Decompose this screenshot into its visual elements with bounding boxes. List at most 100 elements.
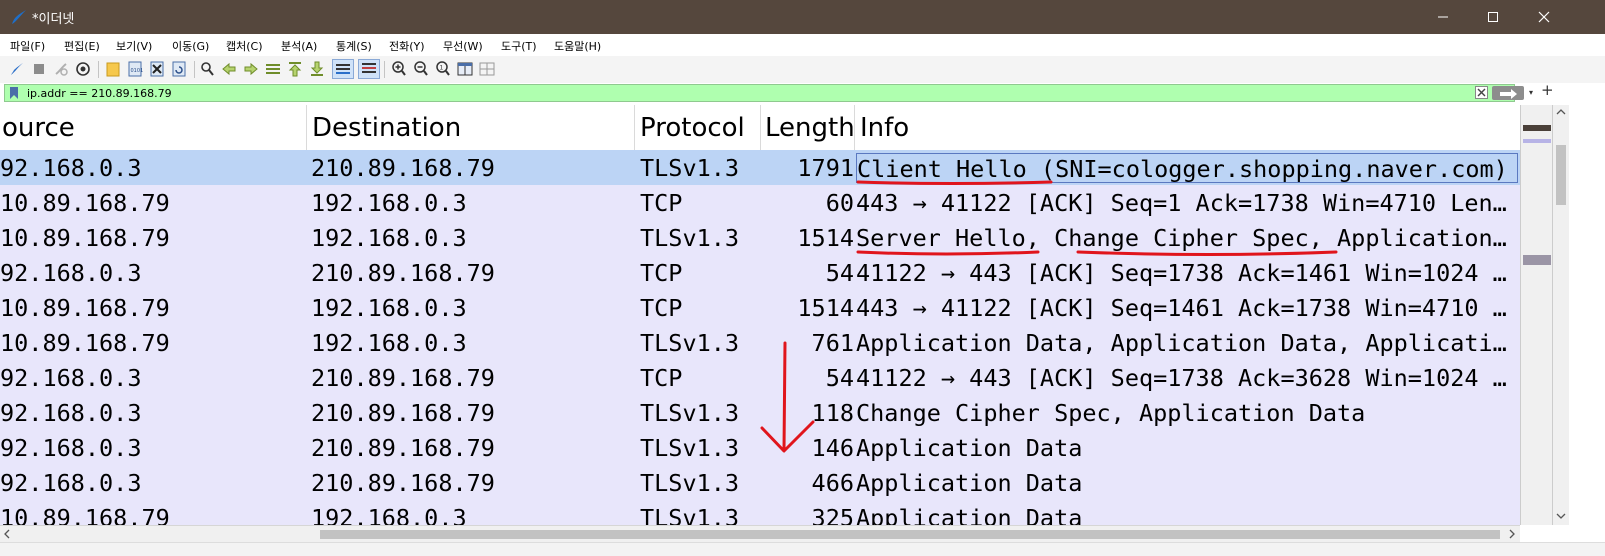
table-row[interactable]: 92.168.0.3 210.89.168.79 TCP 54 41122 → 443 … bbox=[0, 255, 1520, 290]
column-divider[interactable] bbox=[854, 105, 855, 150]
table-row[interactable]: 10.89.168.79 192.168.0.3 TLSv1.3 1514 Server… bbox=[0, 220, 1520, 255]
cell-info: Application Data, Application Data, Appl… bbox=[856, 329, 1518, 357]
colorize-toggle[interactable] bbox=[358, 59, 380, 79]
cell-destination: 210.89.168.79 bbox=[311, 469, 495, 497]
toolbar-separator bbox=[98, 61, 99, 78]
minimize-button[interactable] bbox=[1420, 0, 1466, 34]
menu-item[interactable]: 도구(T) bbox=[501, 38, 537, 54]
table-row[interactable]: 92.168.0.3 210.89.168.79 TLSv1.3 466 Applica… bbox=[0, 465, 1520, 500]
menu-item[interactable]: 분석(A) bbox=[281, 38, 317, 54]
cell-source: 92.168.0.3 bbox=[0, 364, 142, 392]
packet-minimap-scrollbar[interactable] bbox=[1520, 105, 1553, 525]
cell-length: 146 bbox=[811, 434, 854, 462]
scroll-right-icon[interactable] bbox=[1505, 526, 1519, 543]
menu-bar: 파일(F) 편집(E) 보기(V) 이동(G) 캡처(C) 분석(A) 통계(S) 전화(Y)… bbox=[0, 34, 1605, 56]
column-layout-icon[interactable] bbox=[478, 60, 496, 78]
save-file-icon[interactable]: 0101 bbox=[126, 60, 144, 78]
table-row[interactable]: 92.168.0.3 210.89.168.79 TLSv1.3 146 Applica… bbox=[0, 430, 1520, 465]
menu-item[interactable]: 이동(G) bbox=[172, 38, 209, 54]
reload-file-icon[interactable] bbox=[170, 60, 188, 78]
table-row[interactable]: 10.89.168.79 192.168.0.3 TLSv1.3 761 Applica… bbox=[0, 325, 1520, 360]
cell-source: 92.168.0.3 bbox=[0, 434, 142, 462]
capture-options-icon[interactable] bbox=[74, 60, 92, 78]
title-bar: *이더넷 bbox=[0, 0, 1605, 34]
column-header-protocol[interactable]: Protocol bbox=[640, 113, 745, 143]
horizontal-scrollbar[interactable] bbox=[0, 525, 1520, 543]
open-file-icon[interactable] bbox=[104, 60, 122, 78]
auto-scroll-icon bbox=[336, 64, 350, 74]
start-capture-icon[interactable] bbox=[8, 60, 26, 78]
table-row[interactable]: 10.89.168.79 192.168.0.3 TCP 1514 443 → 4112… bbox=[0, 290, 1520, 325]
go-back-icon[interactable] bbox=[220, 60, 238, 78]
close-file-icon[interactable] bbox=[148, 60, 166, 78]
cell-source: 10.89.168.79 bbox=[0, 294, 170, 322]
maximize-button[interactable] bbox=[1470, 0, 1516, 34]
vertical-scroll-thumb[interactable] bbox=[1556, 145, 1566, 205]
cell-destination: 210.89.168.79 bbox=[311, 434, 495, 462]
cell-destination: 192.168.0.3 bbox=[311, 329, 467, 357]
auto-scroll-toggle[interactable] bbox=[332, 59, 354, 79]
menu-item[interactable]: 도움말(H) bbox=[554, 38, 601, 54]
close-button[interactable] bbox=[1521, 0, 1567, 34]
menu-item[interactable]: 편집(E) bbox=[64, 38, 100, 54]
scroll-up-icon[interactable] bbox=[1553, 105, 1569, 119]
zoom-reset-icon[interactable]: 1 bbox=[434, 60, 452, 78]
stop-capture-icon[interactable] bbox=[30, 60, 48, 78]
cell-protocol: TCP bbox=[640, 364, 683, 392]
cell-destination: 192.168.0.3 bbox=[311, 504, 467, 525]
column-divider[interactable] bbox=[634, 105, 635, 150]
display-filter-input[interactable]: ip.addr == 210.89.168.79 ▾ bbox=[4, 84, 1533, 102]
cell-destination: 192.168.0.3 bbox=[311, 294, 467, 322]
column-header-source[interactable]: ource bbox=[2, 113, 75, 143]
cell-length: 1514 bbox=[797, 294, 854, 322]
table-row[interactable]: 10.89.168.79 192.168.0.3 TCP 60 443 → 41122 … bbox=[0, 185, 1520, 220]
add-filter-button-icon[interactable]: + bbox=[1541, 81, 1554, 99]
wireshark-fin-icon bbox=[12, 10, 26, 24]
vertical-scrollbar[interactable] bbox=[1552, 105, 1569, 525]
menu-item[interactable]: 전화(Y) bbox=[389, 38, 425, 54]
menu-item[interactable]: 캡처(C) bbox=[226, 38, 263, 54]
first-packet-icon[interactable] bbox=[286, 60, 304, 78]
column-divider[interactable] bbox=[306, 105, 307, 150]
scroll-down-icon[interactable] bbox=[1553, 509, 1569, 523]
column-divider[interactable] bbox=[760, 105, 761, 150]
scroll-left-icon[interactable] bbox=[0, 526, 14, 543]
cell-source: 92.168.0.3 bbox=[0, 259, 142, 287]
cell-source: 10.89.168.79 bbox=[0, 189, 170, 217]
menu-item[interactable]: 무선(W) bbox=[443, 38, 483, 54]
close-icon bbox=[1538, 11, 1550, 23]
cell-length: 118 bbox=[811, 399, 854, 427]
table-row[interactable]: 92.168.0.3 210.89.168.79 TCP 54 41122 → 443 … bbox=[0, 360, 1520, 395]
bookmark-icon[interactable] bbox=[10, 87, 18, 99]
column-header-length[interactable]: Length bbox=[765, 113, 855, 143]
apply-filter-button[interactable] bbox=[1492, 86, 1524, 100]
go-to-packet-icon[interactable] bbox=[264, 60, 282, 78]
cell-source: 92.168.0.3 bbox=[0, 399, 142, 427]
table-row[interactable]: 92.168.0.3 210.89.168.79 TLSv1.3 1791 Client… bbox=[0, 150, 1520, 185]
restart-capture-icon[interactable] bbox=[52, 60, 70, 78]
clear-filter-icon[interactable] bbox=[1475, 86, 1488, 99]
column-header-destination[interactable]: Destination bbox=[312, 113, 461, 143]
toolbar-separator bbox=[384, 61, 385, 78]
resize-columns-icon[interactable] bbox=[456, 60, 474, 78]
column-header-info[interactable]: Info bbox=[860, 113, 909, 143]
cell-protocol: TLSv1.3 bbox=[640, 154, 740, 182]
go-forward-icon[interactable] bbox=[242, 60, 260, 78]
cell-protocol: TCP bbox=[640, 259, 683, 287]
table-row[interactable]: 10.89.168.79 192.168.0.3 TLSv1.3 325 Applica… bbox=[0, 500, 1520, 525]
filter-history-dropdown-icon[interactable]: ▾ bbox=[1529, 88, 1533, 97]
zoom-in-icon[interactable] bbox=[390, 60, 408, 78]
status-bar bbox=[0, 542, 1605, 556]
svg-text:1: 1 bbox=[440, 65, 444, 72]
zoom-out-icon[interactable] bbox=[412, 60, 430, 78]
cell-info: Client Hello (SNI=cologger.shopping.nave… bbox=[856, 153, 1518, 183]
menu-item[interactable]: 파일(F) bbox=[10, 38, 45, 54]
find-packet-icon[interactable] bbox=[198, 60, 216, 78]
horizontal-scroll-thumb[interactable] bbox=[320, 530, 1500, 539]
menu-item[interactable]: 통계(S) bbox=[336, 38, 372, 54]
cell-length: 466 bbox=[811, 469, 854, 497]
menu-item[interactable]: 보기(V) bbox=[116, 38, 152, 54]
cell-info: Application Data bbox=[856, 504, 1083, 525]
last-packet-icon[interactable] bbox=[308, 60, 326, 78]
table-row[interactable]: 92.168.0.3 210.89.168.79 TLSv1.3 118 Change … bbox=[0, 395, 1520, 430]
